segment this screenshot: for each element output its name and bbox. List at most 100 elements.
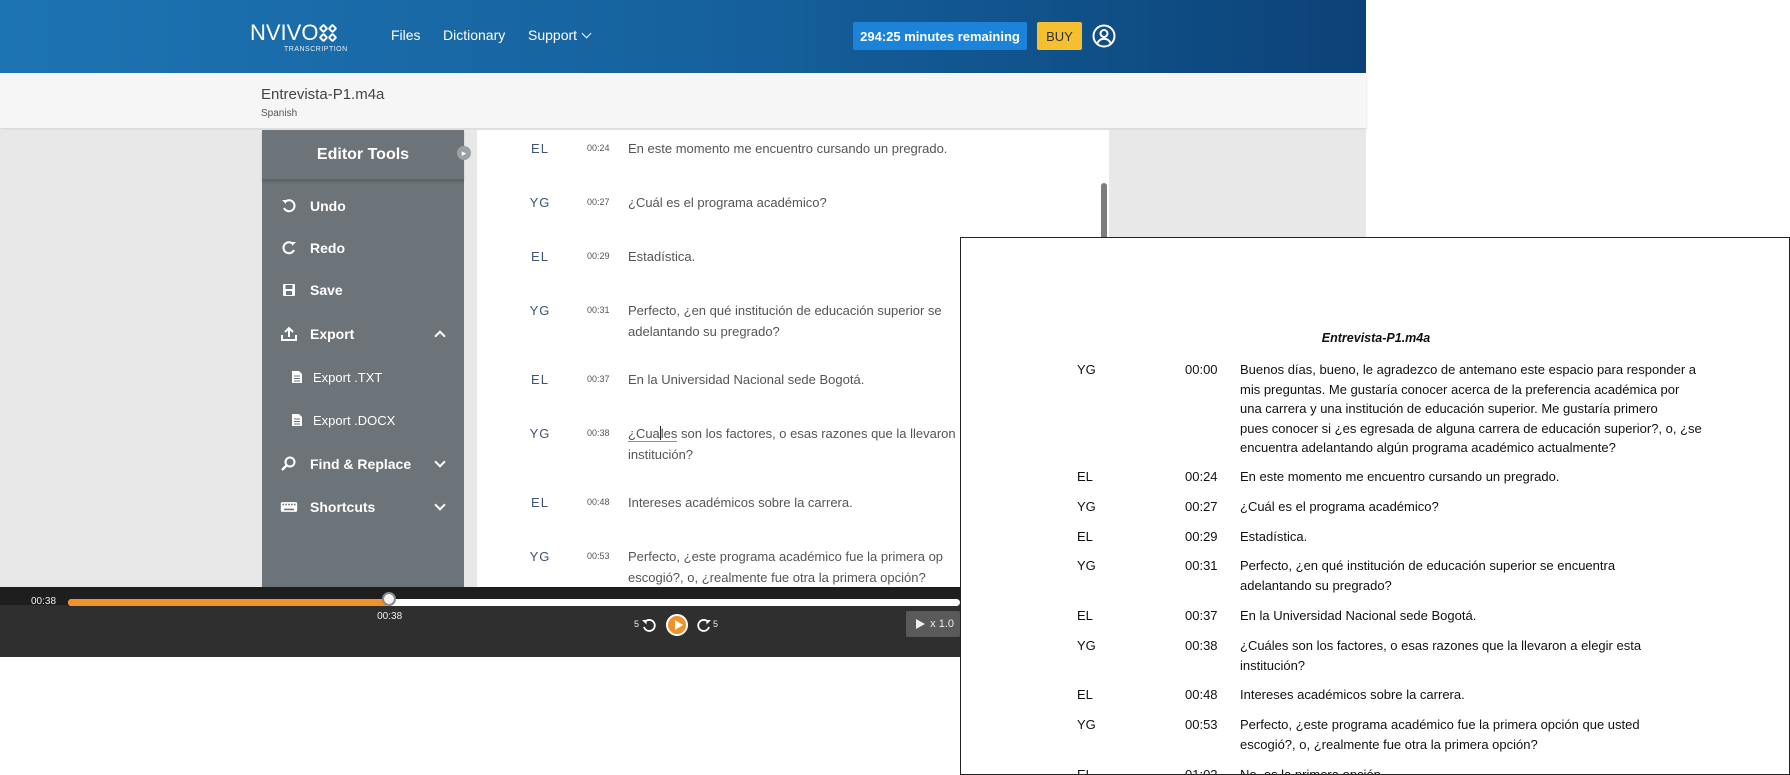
document-timestamp: 00:00 [1185,362,1218,377]
playback-speed-button[interactable]: x 1.0 [906,611,960,637]
document-text: No, es la primera opción. [1240,765,1722,774]
document-line: una carrera y una institución de educaci… [1240,401,1658,416]
export-txt-button[interactable]: Export .TXT [262,357,464,397]
seek-time-label: 00:38 [377,611,403,622]
timestamp[interactable]: 00:37 [587,374,610,384]
buy-button[interactable]: BUY [1037,22,1082,50]
transcript-line: institución? [628,447,694,462]
document-timestamp: 00:53 [1185,717,1218,732]
chevron-up-icon [434,330,446,342]
current-time: 00:38 [31,596,57,607]
timestamp[interactable]: 00:24 [587,143,610,153]
document-line: ¿Cuáles son los factores, o esas razones… [1240,638,1642,653]
document-timestamp: 00:24 [1185,469,1218,484]
audio-player: 00:38 00:38 5 5 x 1.0 [0,587,960,657]
transcript-text[interactable]: ¿Cuál es el programa académico? [628,192,1058,213]
document-text: ¿Cuáles son los factores, o esas razones… [1240,636,1722,675]
nav-files[interactable]: Files [391,27,421,43]
transcript-scrollbar[interactable] [1101,183,1107,241]
rewind-icon[interactable] [641,617,657,633]
document-line: ¿Cuál es el programa académico? [1240,499,1439,514]
redo-button[interactable]: Redo [262,228,464,268]
speaker-label[interactable]: YG [525,195,555,210]
account-circle-icon[interactable] [1092,24,1116,48]
document-timestamp: 00:38 [1185,638,1218,653]
document-text: Perfecto, ¿en qué institución de educaci… [1240,556,1722,595]
document-icon [288,411,306,429]
export-docx-button[interactable]: Export .DOCX [262,400,464,440]
document-line: escogió?, o, ¿realmente fue otra la prim… [1240,736,1538,752]
chevron-down-icon [434,499,446,511]
progress-track[interactable] [68,599,960,606]
timestamp[interactable]: 00:38 [587,428,610,438]
forward-seconds: 5 [713,619,719,629]
document-speaker: EL [1077,687,1093,702]
save-label: Save [310,282,343,298]
document-line: Intereses académicos sobre la carrera. [1240,687,1465,702]
document-line: Perfecto, ¿este programa académico fue l… [1240,717,1640,732]
speaker-label[interactable]: YG [525,549,555,564]
document-text: Estadística. [1240,527,1722,547]
timestamp[interactable]: 00:53 [587,551,610,561]
file-language: Spanish [261,108,298,119]
document-text: En la Universidad Nacional sede Bogotá. [1240,606,1722,626]
document-line: adelantando su pregrado? [1240,577,1392,593]
chevron-down-icon [434,456,446,468]
document-timestamp: 00:31 [1185,558,1218,573]
document-timestamp: 00:48 [1185,687,1218,702]
transcript-line: adelantando su pregrado? [628,324,780,339]
document-line: institución? [1240,657,1306,673]
logo-subtitle: TRANSCRIPTION [284,46,348,53]
seek-handle[interactable] [382,592,397,606]
nav-support-label: Support [528,27,578,43]
shortcuts-toggle[interactable]: Shortcuts [262,487,464,527]
app-root: NVIVO TRANSCRIPTION Files Dictionary Sup… [0,0,1790,775]
transcript-text[interactable]: En este momento me encuentro cursando un… [628,138,1058,159]
undo-icon [280,197,298,215]
document-line: pues conocer si ¿es egresada de alguna c… [1240,420,1702,436]
undo-button[interactable]: Undo [262,186,464,226]
document-line: Buenos días, bueno, le agradezco de ante… [1240,362,1697,377]
play-button[interactable] [666,614,688,636]
document-timestamp: 00:29 [1185,529,1218,544]
document-timestamp: 00:37 [1185,608,1218,623]
export-section-toggle[interactable]: Export [262,314,464,354]
exported-document-preview: Entrevista-P1.m4a YG 00:00 Buenos días, … [960,237,1790,775]
file-info-bar: Entrevista-P1.m4a Spanish [0,73,1366,129]
speaker-label[interactable]: EL [525,372,555,387]
word-part: les [660,426,678,441]
timestamp[interactable]: 00:29 [587,251,610,261]
save-button[interactable]: Save [262,270,464,310]
document-speaker: EL [1077,767,1093,775]
spellcheck-flagged-word[interactable]: ¿Cuales [628,426,678,442]
chevron-down-icon [581,28,592,39]
document-title: Entrevista-P1.m4a [1321,331,1431,345]
document-timestamp: 00:27 [1185,499,1218,514]
find-replace-toggle[interactable]: Find & Replace [262,444,464,484]
nvivo-logo[interactable]: NVIVO TRANSCRIPTION [250,20,350,56]
speaker-label[interactable]: YG [525,426,555,441]
speaker-label[interactable]: EL [525,249,555,264]
timestamp[interactable]: 00:48 [587,497,610,507]
document-text: Intereses académicos sobre la carrera. [1240,685,1722,705]
shortcuts-label: Shortcuts [310,499,376,515]
word-part: ¿Cua [628,426,660,441]
undo-label: Undo [310,198,346,214]
sidebar-collapse-button[interactable]: ▸ [457,146,471,160]
document-speaker: YG [1077,717,1096,732]
timestamp[interactable]: 00:31 [587,305,610,315]
nav-dictionary[interactable]: Dictionary [443,27,505,43]
transcript-line: Perfecto, ¿este programa académico fue l… [628,549,944,564]
document-speaker: EL [1077,608,1093,623]
speaker-label[interactable]: EL [525,141,555,156]
keyboard-icon [280,498,298,516]
transcript-line: Perfecto, ¿en qué institución de educaci… [628,303,942,318]
export-docx-label: Export .DOCX [313,412,396,428]
speaker-label[interactable]: YG [525,303,555,318]
forward-icon[interactable] [696,617,712,633]
document-speaker: YG [1077,558,1096,573]
nav-support[interactable]: Support [528,27,592,43]
document-icon [288,368,306,386]
speaker-label[interactable]: EL [525,495,555,510]
timestamp[interactable]: 00:27 [587,197,610,207]
